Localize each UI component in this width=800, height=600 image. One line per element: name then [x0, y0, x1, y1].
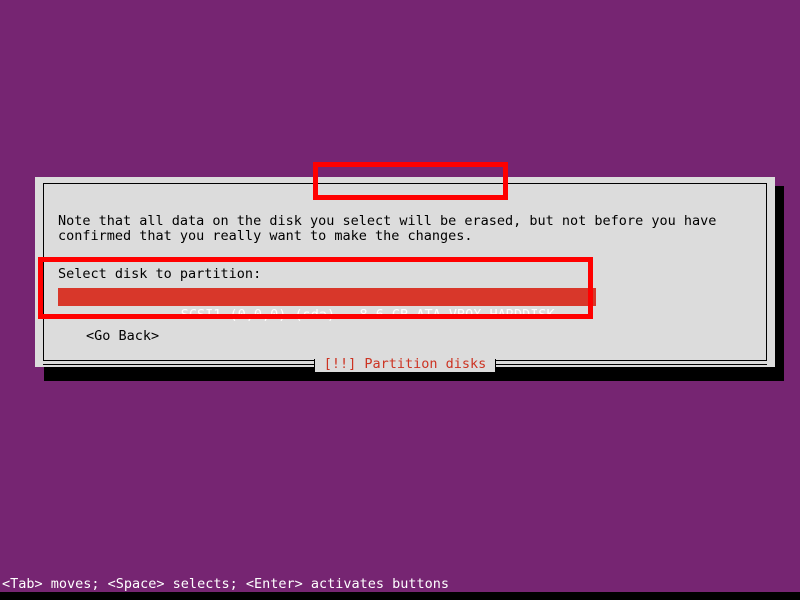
disk-option-list[interactable]: SCSI1 (0,0,0) (sda) - 8.6 GB ATA VBOX HA…: [58, 288, 758, 323]
keyboard-hint-footer: <Tab> moves; <Space> selects; <Enter> ac…: [2, 576, 450, 592]
bottom-black-strip: [0, 592, 800, 600]
installer-screen: Note that all data on the disk you selec…: [0, 0, 800, 600]
partition-disks-dialog: Note that all data on the disk you selec…: [35, 177, 775, 372]
title-rule-left: [43, 358, 315, 370]
disk-option-label: SCSI1 (0,0,0) (sda) - 8.6 GB ATA VBOX HA…: [180, 307, 555, 323]
select-disk-label: Select disk to partition:: [58, 266, 262, 282]
disk-option-sda[interactable]: SCSI1 (0,0,0) (sda) - 8.6 GB ATA VBOX HA…: [58, 288, 596, 323]
dialog-inner-frame: Note that all data on the disk you selec…: [43, 183, 767, 361]
go-back-button[interactable]: <Go Back>: [86, 328, 159, 344]
dialog-body-text: Note that all data on the disk you selec…: [58, 213, 725, 244]
title-rule-right: [495, 358, 767, 370]
